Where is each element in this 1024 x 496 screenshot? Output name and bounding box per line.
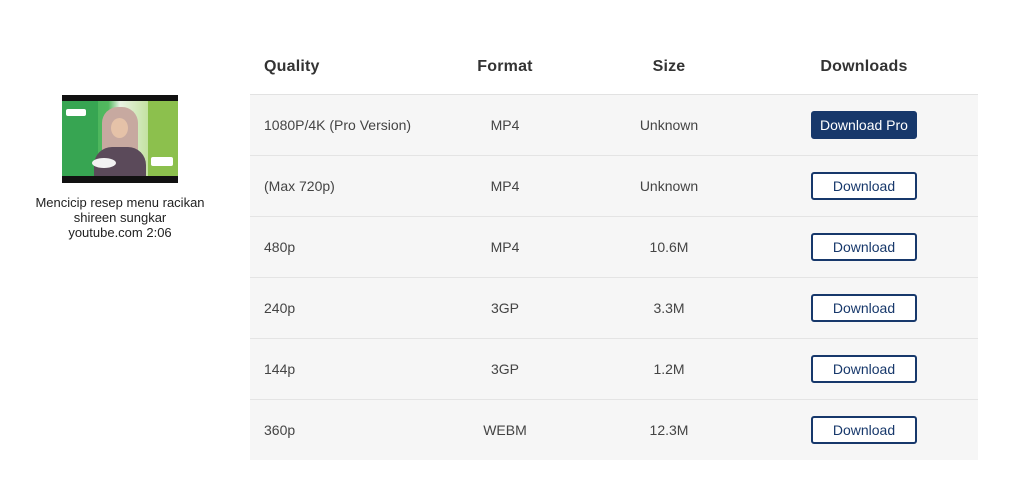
video-preview: Mencicip resep menu racikan shireen sung… — [22, 95, 218, 240]
format-cell: MP4 — [490, 178, 520, 194]
table-row: 144p 3GP 1.2M Download — [250, 339, 978, 400]
download-button[interactable]: Download — [811, 416, 917, 444]
video-title-line-2: shireen sungkar — [73, 210, 167, 225]
video-title-line-1: Mencicip resep menu racikan — [35, 195, 205, 210]
size-cell: 12.3M — [649, 422, 689, 438]
download-button[interactable]: Download — [811, 172, 917, 200]
size-cell: 1.2M — [653, 361, 685, 377]
quality-cell: 360p — [264, 422, 296, 438]
quality-cell: 144p — [264, 361, 296, 377]
size-cell: 3.3M — [653, 300, 685, 316]
download-table: Quality Format Size Downloads 1080P/4K (… — [250, 40, 978, 460]
quality-cell: 1080P/4K (Pro Version) — [264, 117, 412, 133]
thumbnail-image — [62, 101, 178, 176]
quality-cell: 240p — [264, 300, 296, 316]
format-cell: 3GP — [490, 361, 519, 377]
brand-logo-icon — [66, 109, 86, 116]
table-row: 360p WEBM 12.3M Download — [250, 400, 978, 460]
table-row: 240p 3GP 3.3M Download — [250, 278, 978, 339]
quality-cell: (Max 720p) — [264, 178, 335, 194]
download-pro-button[interactable]: Download Pro — [811, 111, 917, 139]
table-row: 1080P/4K (Pro Version) MP4 Unknown Downl… — [250, 95, 978, 156]
video-caption: Mencicip resep menu racikan shireen sung… — [22, 195, 218, 240]
format-cell: MP4 — [490, 117, 520, 133]
quality-cell: 480p — [264, 239, 296, 255]
download-button[interactable]: Download — [811, 355, 917, 383]
video-source-duration: youtube.com 2:06 — [68, 225, 172, 240]
size-cell: Unknown — [639, 178, 699, 194]
table-row: (Max 720p) MP4 Unknown Download — [250, 156, 978, 217]
size-cell: Unknown — [639, 117, 699, 133]
download-page: Mencicip resep menu racikan shireen sung… — [0, 0, 1024, 496]
column-header-downloads: Downloads — [820, 58, 908, 75]
size-cell: 10.6M — [649, 239, 689, 255]
table-row: 480p MP4 10.6M Download — [250, 217, 978, 278]
table-header: Quality Format Size Downloads — [250, 40, 978, 95]
format-cell: 3GP — [490, 300, 519, 316]
download-button[interactable]: Download — [811, 294, 917, 322]
column-header-quality: Quality — [264, 58, 320, 75]
brand-logo-icon — [151, 157, 173, 166]
food-plate-icon — [92, 158, 116, 168]
column-header-size: Size — [652, 58, 686, 75]
video-thumbnail[interactable] — [62, 95, 178, 183]
format-cell: MP4 — [490, 239, 520, 255]
download-button[interactable]: Download — [811, 233, 917, 261]
column-header-format: Format — [477, 58, 533, 75]
format-cell: WEBM — [483, 422, 527, 438]
